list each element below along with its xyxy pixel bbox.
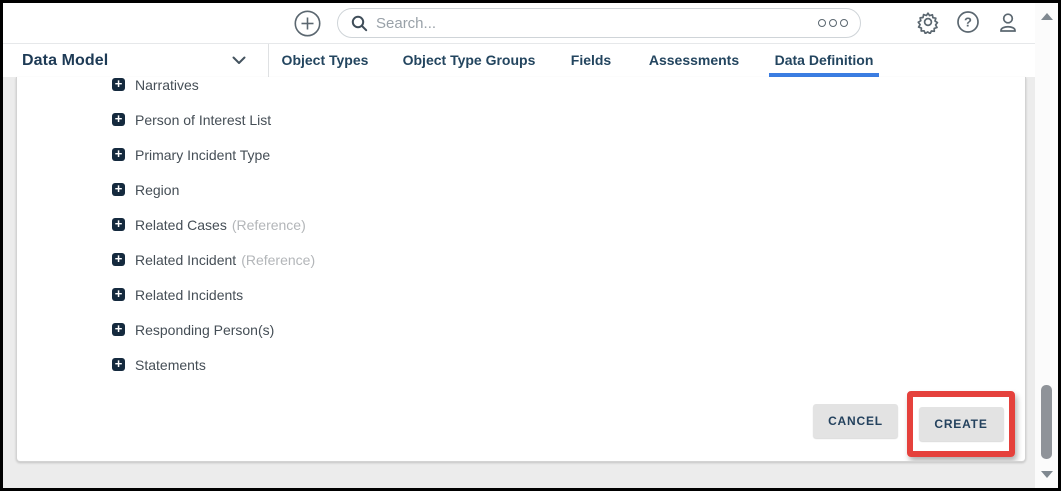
settings-gear-icon[interactable] [916,10,940,34]
list-item: + Statements [17,347,1025,382]
expand-plus-icon[interactable]: + [112,147,125,161]
expand-plus-icon[interactable]: + [112,217,125,231]
expand-plus-icon[interactable]: + [112,287,125,301]
list-item: + Related Cases (Reference) [17,207,1025,242]
data-definition-panel: + Narratives + Person of Interest List +… [16,77,1026,462]
list-item: + Related Incidents [17,277,1025,312]
svg-text:?: ? [964,15,972,30]
tab-fields[interactable]: Fields [571,44,611,77]
expand-plus-icon[interactable]: + [112,357,125,371]
list-item: + Responding Person(s) [17,312,1025,347]
tab-object-type-groups[interactable]: Object Type Groups [403,44,536,77]
scrollbar-thumb[interactable] [1041,385,1052,459]
data-model-dropdown[interactable]: Data Model [22,44,260,77]
list-item: + Related Incident (Reference) [17,242,1025,277]
scroll-down-icon[interactable] [1040,471,1053,478]
expand-plus-icon[interactable]: + [112,112,125,126]
vertical-scrollbar[interactable] [1035,3,1058,488]
list-item: + Region [17,172,1025,207]
screen: ? Data Model Object Types Object [3,3,1058,488]
expand-plus-icon[interactable]: + [112,252,125,266]
annotation-highlight-box: CREATE [907,391,1015,457]
nav-bar: Data Model Object Types Object Type Grou… [3,44,1058,77]
tab-object-types[interactable]: Object Types [282,44,369,77]
search-icon [351,15,368,31]
tab-assessments[interactable]: Assessments [649,44,739,77]
content-area: + Narratives + Person of Interest List +… [3,77,1058,488]
expand-plus-icon[interactable]: + [112,322,125,336]
add-icon[interactable] [294,10,321,37]
profile-icon[interactable] [996,10,1020,34]
list-item: + Primary Incident Type [17,137,1025,172]
nav-divider [268,44,269,77]
dropdown-label: Data Model [22,51,109,69]
top-bar-actions: ? [916,10,1020,34]
cancel-button[interactable]: CANCEL [813,404,898,438]
top-bar: ? [3,3,1058,44]
search-input[interactable] [376,14,818,32]
app-window: ? Data Model Object Types Object [0,0,1061,491]
more-options-icon[interactable] [818,19,848,27]
list-item: + Person of Interest List [17,102,1025,137]
list-item: + Narratives [17,77,1025,102]
expand-plus-icon[interactable]: + [112,182,125,196]
help-icon[interactable]: ? [956,10,980,34]
expand-plus-icon[interactable]: + [112,77,125,91]
object-type-list: + Narratives + Person of Interest List +… [17,77,1025,382]
scroll-up-icon[interactable] [1040,13,1053,20]
chevron-down-icon [232,56,246,64]
search-bar[interactable] [337,8,861,38]
create-button[interactable]: CREATE [918,407,1004,441]
